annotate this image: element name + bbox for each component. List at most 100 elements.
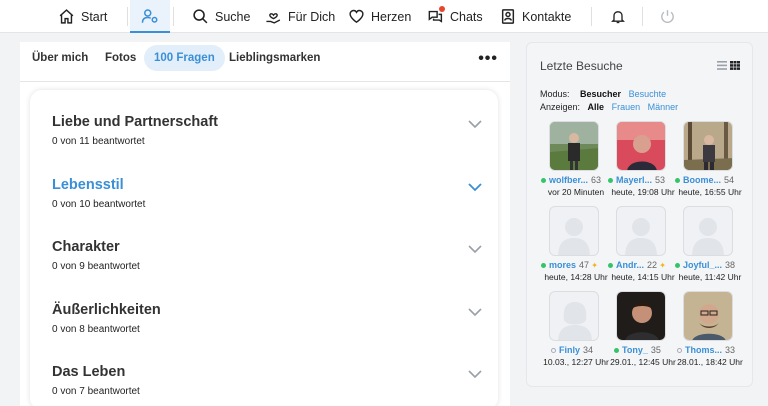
chevron-down-icon xyxy=(468,183,482,192)
visitor-photo[interactable] xyxy=(616,121,666,171)
visitor-card[interactable]: Thoms... 33 28.01., 18:42 Uhr xyxy=(675,291,743,371)
offline-indicator xyxy=(677,348,682,354)
visitor-photo[interactable] xyxy=(683,121,733,171)
chevron-down-icon xyxy=(468,120,482,129)
visitor-name[interactable]: Mayerl... xyxy=(616,175,652,185)
visit-time: heute, 11:42 Uhr xyxy=(678,272,742,282)
visitor-card[interactable]: Boome... 54 heute, 16:55 Uhr xyxy=(675,121,742,201)
visitor-age: 54 xyxy=(724,175,735,185)
visitor-name[interactable]: Finly xyxy=(559,345,580,355)
visit-time: heute, 16:55 Uhr xyxy=(678,187,742,197)
tab-100-questions[interactable]: 100 Fragen xyxy=(144,45,225,71)
list-view-icon[interactable] xyxy=(717,61,727,70)
visitor-photo[interactable] xyxy=(549,291,599,341)
visit-time: 10.03., 12:27 Uhr xyxy=(543,357,609,367)
category-progress: 0 von 7 beantwortet xyxy=(52,386,140,397)
visitor-age: 35 xyxy=(650,345,661,355)
nav-start[interactable]: Start xyxy=(58,0,107,33)
visitor-name[interactable]: Tony_ xyxy=(622,345,648,355)
online-indicator xyxy=(614,348,619,354)
visitor-photo[interactable] xyxy=(683,291,733,341)
contacts-icon xyxy=(501,9,515,24)
home-icon xyxy=(59,9,74,24)
view-toggle xyxy=(717,61,740,70)
visitor-card[interactable]: Mayerl... 53 heute, 19:08 Uhr xyxy=(608,121,675,201)
nav-hearts[interactable]: Herzen xyxy=(348,0,411,33)
visitor-card[interactable]: mores 47 ✦ heute, 14:28 Uhr xyxy=(541,206,608,286)
online-indicator xyxy=(541,178,546,184)
question-category[interactable]: Das Leben 0 von 7 beantwortet xyxy=(52,364,482,406)
visitor-name[interactable]: mores xyxy=(549,260,576,270)
tab-about-me[interactable]: Über mich xyxy=(22,45,98,71)
gender-filter: Anzeigen: Alle Frauen Männer xyxy=(540,102,678,112)
visitor-name[interactable]: Joyful_... xyxy=(683,260,722,270)
filter-men[interactable]: Männer xyxy=(648,102,679,112)
category-progress: 0 von 11 beantwortet xyxy=(52,136,145,147)
visitor-card[interactable]: Joyful_... 38 heute, 11:42 Uhr xyxy=(675,206,741,286)
visit-time: heute, 14:15 Uhr xyxy=(611,272,675,282)
tab-photos[interactable]: Fotos xyxy=(95,45,146,71)
mode-visited[interactable]: Besuchte xyxy=(629,89,667,99)
visitor-card[interactable]: wolfber... 63 vor 20 Minuten xyxy=(541,121,607,201)
question-category[interactable]: Charakter 0 von 9 beantwortet xyxy=(52,239,482,289)
visitor-age: 47 xyxy=(579,260,590,270)
filter-women[interactable]: Frauen xyxy=(612,102,641,112)
offline-indicator xyxy=(551,348,556,354)
visit-time: 28.01., 18:42 Uhr xyxy=(677,357,743,367)
nav-start-label: Start xyxy=(81,9,108,24)
category-title: Das Leben xyxy=(52,364,126,380)
sparkle-icon: ✦ xyxy=(589,261,598,270)
visitor-name[interactable]: Andr... xyxy=(616,260,644,270)
online-indicator xyxy=(608,178,613,184)
visitor-card[interactable]: Andr... 22 ✦ heute, 14:15 Uhr xyxy=(608,206,675,286)
nav-search[interactable]: Suche xyxy=(192,0,250,33)
question-category[interactable]: Äußerlichkeiten 0 von 8 beantwortet xyxy=(52,302,482,352)
nav-separator xyxy=(591,7,592,26)
nav-contacts[interactable]: Kontakte xyxy=(500,0,571,33)
grid-view-icon[interactable] xyxy=(730,61,740,70)
nav-notifications[interactable] xyxy=(610,0,626,33)
visitor-card[interactable]: Tony_ 35 29.01., 12:45 Uhr xyxy=(608,291,676,371)
power-icon xyxy=(661,10,674,23)
nav-for-you[interactable]: Für Dich xyxy=(265,0,335,33)
visit-time: vor 20 Minuten xyxy=(547,187,605,197)
nav-profile[interactable] xyxy=(130,0,170,33)
visitor-age: 63 xyxy=(591,175,602,185)
visitor-name[interactable]: Thoms... xyxy=(685,345,722,355)
nav-chats[interactable]: Chats xyxy=(426,0,483,33)
sparkle-icon: ✦ xyxy=(657,261,666,270)
nav-hearts-label: Herzen xyxy=(371,9,412,24)
visitor-card[interactable]: Finly 34 10.03., 12:27 Uhr xyxy=(541,291,609,371)
category-title: Lebensstil xyxy=(52,177,124,193)
chat-notification-badge xyxy=(439,6,445,12)
category-title: Liebe und Partnerschaft xyxy=(52,114,218,130)
visitor-photo[interactable] xyxy=(549,206,599,256)
user-settings-icon xyxy=(141,8,158,23)
filter-all[interactable]: Alle xyxy=(588,102,605,112)
nav-logout[interactable] xyxy=(659,0,676,33)
chevron-down-icon xyxy=(468,308,482,317)
recent-visits-title: Letzte Besuche xyxy=(540,59,623,73)
visitor-photo[interactable] xyxy=(616,291,666,341)
visit-time: heute, 19:08 Uhr xyxy=(611,187,675,197)
visit-time: heute, 14:28 Uhr xyxy=(544,272,608,282)
visitor-photo[interactable] xyxy=(549,121,599,171)
visitor-age: 38 xyxy=(725,260,736,270)
online-indicator xyxy=(541,263,546,269)
mode-visitors[interactable]: Besucher xyxy=(580,89,621,99)
question-category[interactable]: Lebensstil 0 von 10 beantwortet xyxy=(52,177,482,227)
question-category[interactable]: Liebe und Partnerschaft 0 von 11 beantwo… xyxy=(52,114,482,164)
visitor-photo[interactable] xyxy=(683,206,733,256)
visitor-age: 33 xyxy=(725,345,736,355)
nav-chats-label: Chats xyxy=(450,9,483,24)
online-indicator xyxy=(608,263,613,269)
online-indicator xyxy=(675,178,680,184)
nav-contacts-label: Kontakte xyxy=(522,9,572,24)
tab-favorite-brands[interactable]: Lieblingsmarken xyxy=(219,45,330,71)
top-navigation: Start Suche Für Dich Herzen Chats Kontak… xyxy=(0,0,768,33)
visitor-name[interactable]: wolfber... xyxy=(549,175,588,185)
visitor-photo[interactable] xyxy=(616,206,666,256)
more-options-button[interactable]: ••• xyxy=(478,50,498,68)
visitor-name[interactable]: Boome... xyxy=(683,175,721,185)
bell-icon xyxy=(611,11,625,24)
